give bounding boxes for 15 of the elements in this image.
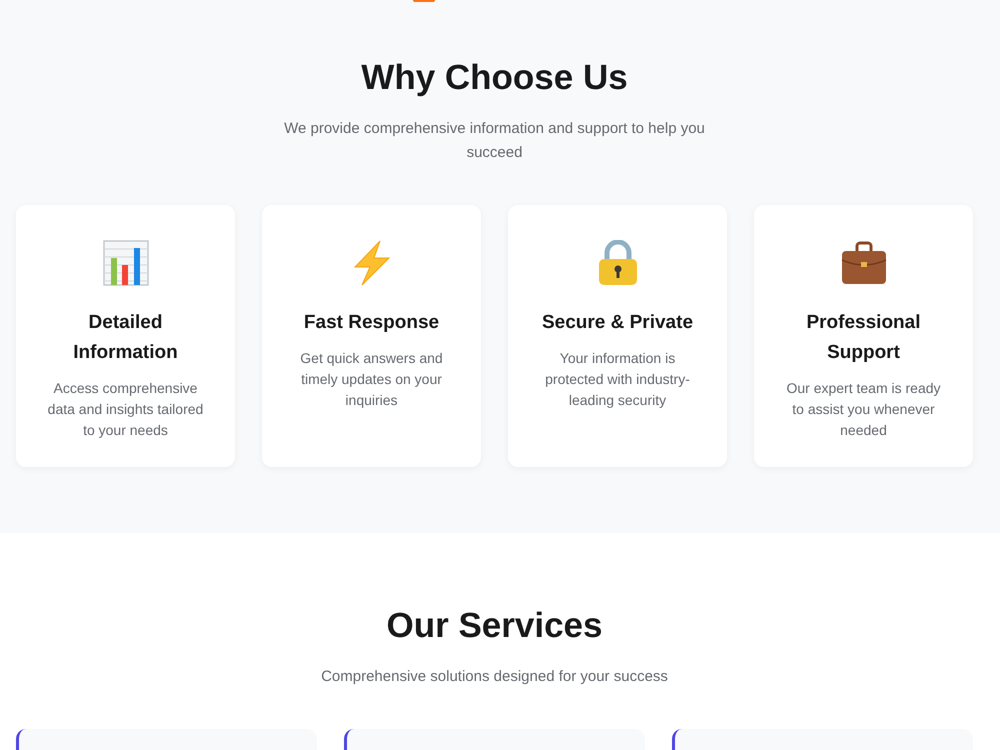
section-subtitle: We provide comprehensive information and support to help you succeed [283, 119, 706, 163]
feature-title: Professional Support [805, 311, 922, 365]
feature-description: Access comprehensive data and insights tailored to your needs [46, 379, 204, 440]
section-heading: Our Services [386, 605, 602, 647]
section-subtitle: Comprehensive solutions designed for your success [321, 667, 668, 687]
bar-chart-icon [102, 240, 148, 286]
section-heading: Why Choose Us [361, 57, 628, 99]
briefcase-icon [840, 240, 886, 286]
feature-title: Secure & Private [542, 311, 694, 335]
feature-title: Detailed Information [72, 311, 179, 365]
accent-mark [413, 0, 435, 2]
feature-description: Your information is protected with industry-leading security [544, 349, 691, 410]
feature-description: Our expert team is ready to assist you whenever needed [785, 379, 942, 440]
feature-title: Fast Response [304, 311, 440, 335]
feature-description: Get quick answers and timely updates on your inquiries [299, 349, 444, 410]
